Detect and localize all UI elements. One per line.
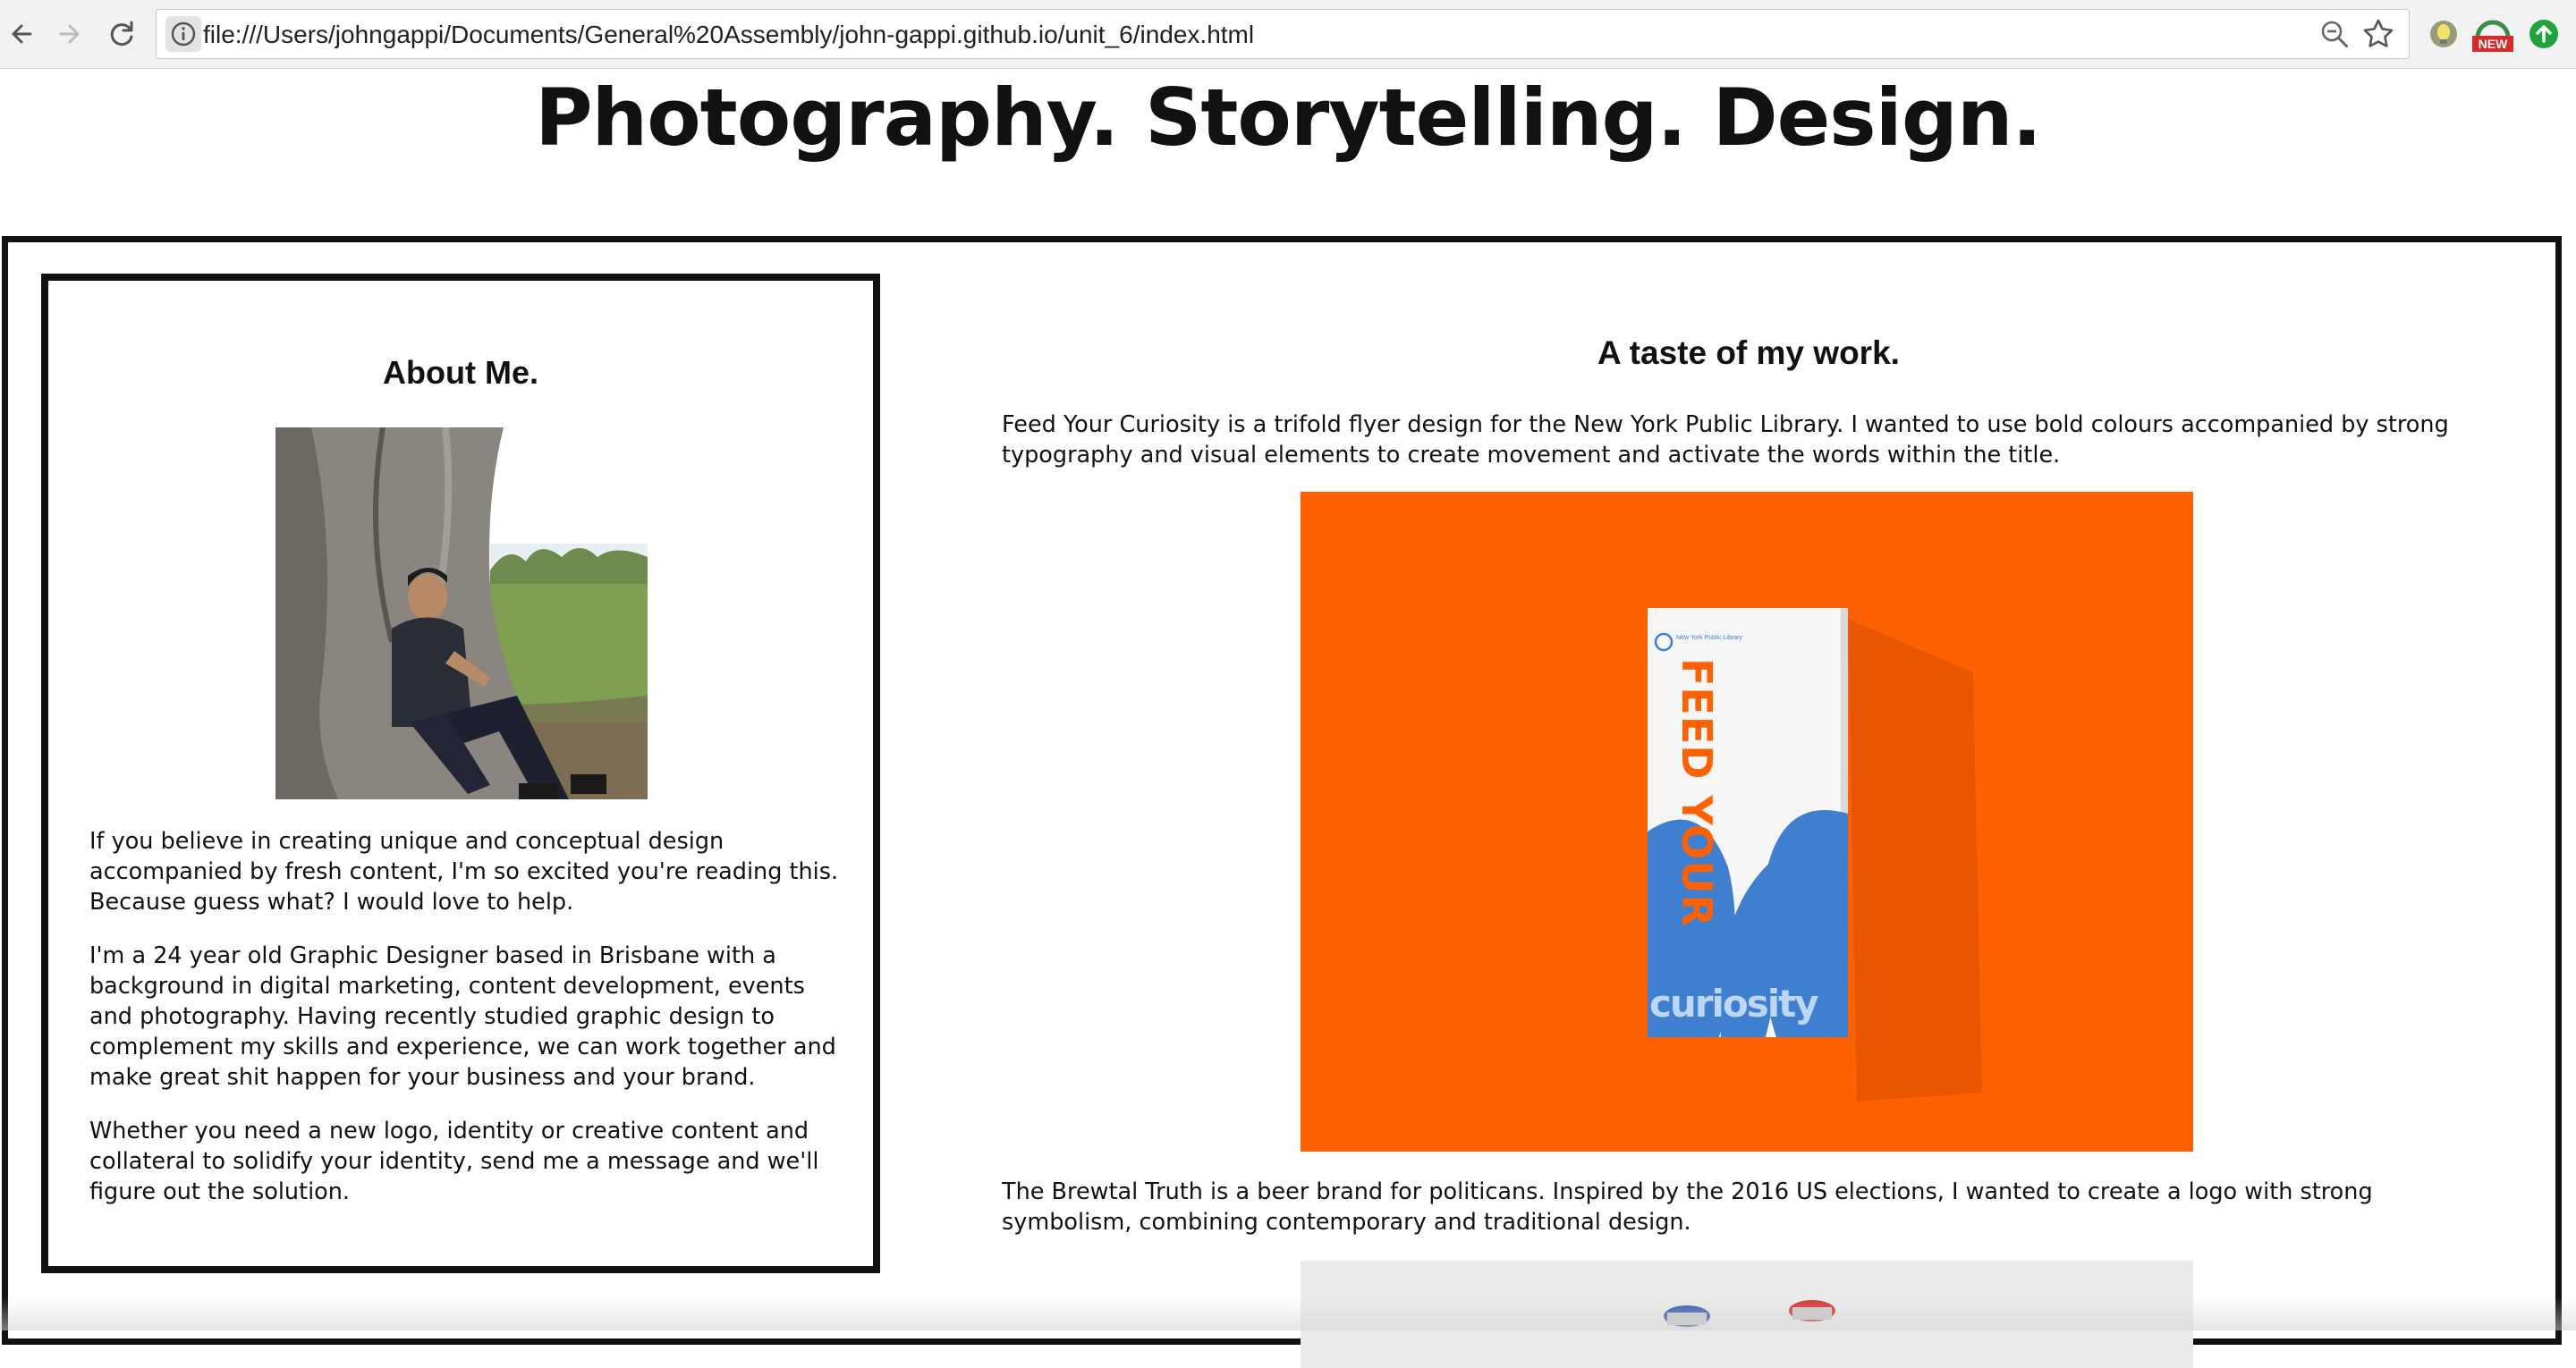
forward-icon[interactable] bbox=[50, 14, 89, 54]
project-description-2: The Brewtal Truth is a beer brand for po… bbox=[1002, 1177, 2496, 1237]
page-title: Photography. Storytelling. Design. bbox=[535, 72, 2042, 164]
brewtal-truth-image bbox=[1301, 1261, 2193, 1368]
new-extension-icon[interactable]: NEW bbox=[2472, 16, 2513, 52]
url-text[interactable]: file:///Users/johngappi/Documents/Genera… bbox=[203, 21, 1254, 49]
zoom-icon[interactable] bbox=[2318, 17, 2351, 51]
about-text: If you believe in creating unique and co… bbox=[89, 826, 850, 1230]
browser-toolbar: file:///Users/johngappi/Documents/Genera… bbox=[0, 0, 2576, 69]
bulb-extension-icon[interactable] bbox=[2426, 16, 2462, 52]
project-name-2: The Brewtal Truth bbox=[1002, 1178, 1203, 1205]
about-paragraph-3: Whether you need a new logo, identity or… bbox=[89, 1118, 819, 1205]
info-icon[interactable] bbox=[165, 16, 201, 52]
about-section: About Me. If you believe in creating uni… bbox=[41, 274, 880, 1273]
project-text-2: is a beer brand for politicans. Inspired… bbox=[1002, 1178, 2373, 1236]
about-heading: About Me. bbox=[383, 354, 538, 391]
profile-photo bbox=[275, 427, 648, 799]
feed-your-curiosity-image: New York Public Library FEED YOUR curios… bbox=[1301, 492, 2193, 1152]
bookmark-star-icon[interactable] bbox=[2360, 16, 2396, 52]
back-icon[interactable] bbox=[2, 14, 41, 54]
project-description-1: Feed Your Curiosity is a trifold flyer d… bbox=[1002, 410, 2496, 470]
about-paragraph-1: If you believe in creating unique and co… bbox=[89, 828, 839, 916]
address-bar[interactable]: file:///Users/johngappi/Documents/Genera… bbox=[156, 9, 2410, 59]
update-arrow-icon[interactable] bbox=[2526, 16, 2562, 52]
project-name-1: Feed Your Curiosity bbox=[1002, 411, 1221, 438]
flyer-title: FEED YOUR bbox=[1673, 658, 1721, 928]
reload-icon[interactable] bbox=[102, 14, 141, 54]
about-paragraph-2: I'm a 24 year old Graphic Designer based… bbox=[89, 942, 836, 1091]
flyer-logo: New York Public Library bbox=[1676, 635, 1742, 641]
work-heading: A taste of my work. bbox=[1597, 334, 1900, 371]
new-badge: NEW bbox=[2478, 37, 2508, 51]
flyer-word: curiosity bbox=[1649, 982, 1819, 1026]
